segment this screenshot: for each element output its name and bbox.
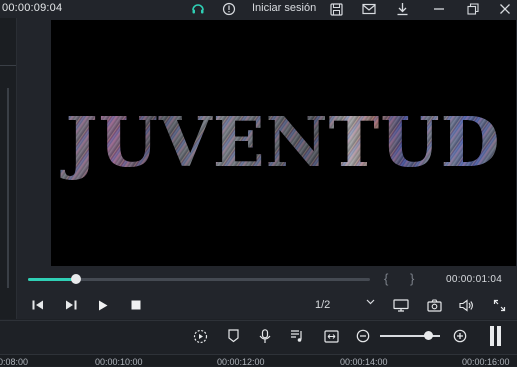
render-icon[interactable] [191, 327, 209, 345]
mark-in-button[interactable]: { [384, 271, 388, 286]
ruler-label: 0:08:00 [0, 357, 29, 367]
minimize-icon[interactable] [431, 1, 447, 17]
volume-icon[interactable] [457, 296, 475, 314]
ruler-label: 00:00:10:00 [95, 357, 143, 367]
split-icon[interactable] [322, 327, 340, 345]
zoom-out-icon[interactable] [354, 327, 372, 345]
timecode: 00:00:09:04 [2, 2, 63, 14]
pause-icon[interactable] [490, 326, 494, 346]
left-panel-divider [0, 65, 16, 66]
snapshot-icon[interactable] [425, 296, 443, 314]
step-back-icon[interactable] [29, 296, 47, 314]
close-icon[interactable] [497, 1, 513, 17]
info-icon[interactable] [221, 1, 237, 17]
mark-out-button[interactable]: } [410, 271, 414, 286]
download-icon[interactable] [394, 1, 410, 17]
ruler-label: 00:00:16:00 [462, 357, 510, 367]
save-icon[interactable] [328, 1, 344, 17]
duration-readout: 00:00:01:04 [446, 274, 503, 285]
fullscreen-icon[interactable] [490, 296, 508, 314]
progress-fill [28, 278, 76, 281]
resolution-value: 1/2 [315, 299, 331, 311]
marker-icon[interactable] [224, 327, 242, 345]
headset-icon[interactable] [190, 1, 206, 17]
stop-icon[interactable] [127, 296, 145, 314]
zoom-handle[interactable] [424, 331, 433, 340]
video-frame: JUVENTUD JUVENTUD [60, 103, 500, 183]
ruler-label: 00:00:14:00 [340, 357, 388, 367]
progress-handle[interactable] [71, 274, 81, 284]
step-forward-icon[interactable] [62, 296, 80, 314]
left-panel-scrollbar[interactable] [7, 88, 9, 288]
chevron-down-icon [366, 297, 375, 306]
restore-icon[interactable] [465, 1, 481, 17]
audio-mixer-icon[interactable] [288, 327, 306, 345]
play-icon[interactable] [94, 296, 112, 314]
display-icon[interactable] [392, 296, 410, 314]
pause-icon-bar[interactable] [497, 326, 501, 346]
microphone-icon[interactable] [256, 327, 274, 345]
ruler-label: 00:00:12:00 [217, 357, 265, 367]
zoom-in-icon[interactable] [451, 327, 469, 345]
signin-link[interactable]: Iniciar sesión [252, 2, 316, 14]
video-title-texture: JUVENTUD [60, 103, 500, 183]
mail-icon[interactable] [361, 1, 377, 17]
